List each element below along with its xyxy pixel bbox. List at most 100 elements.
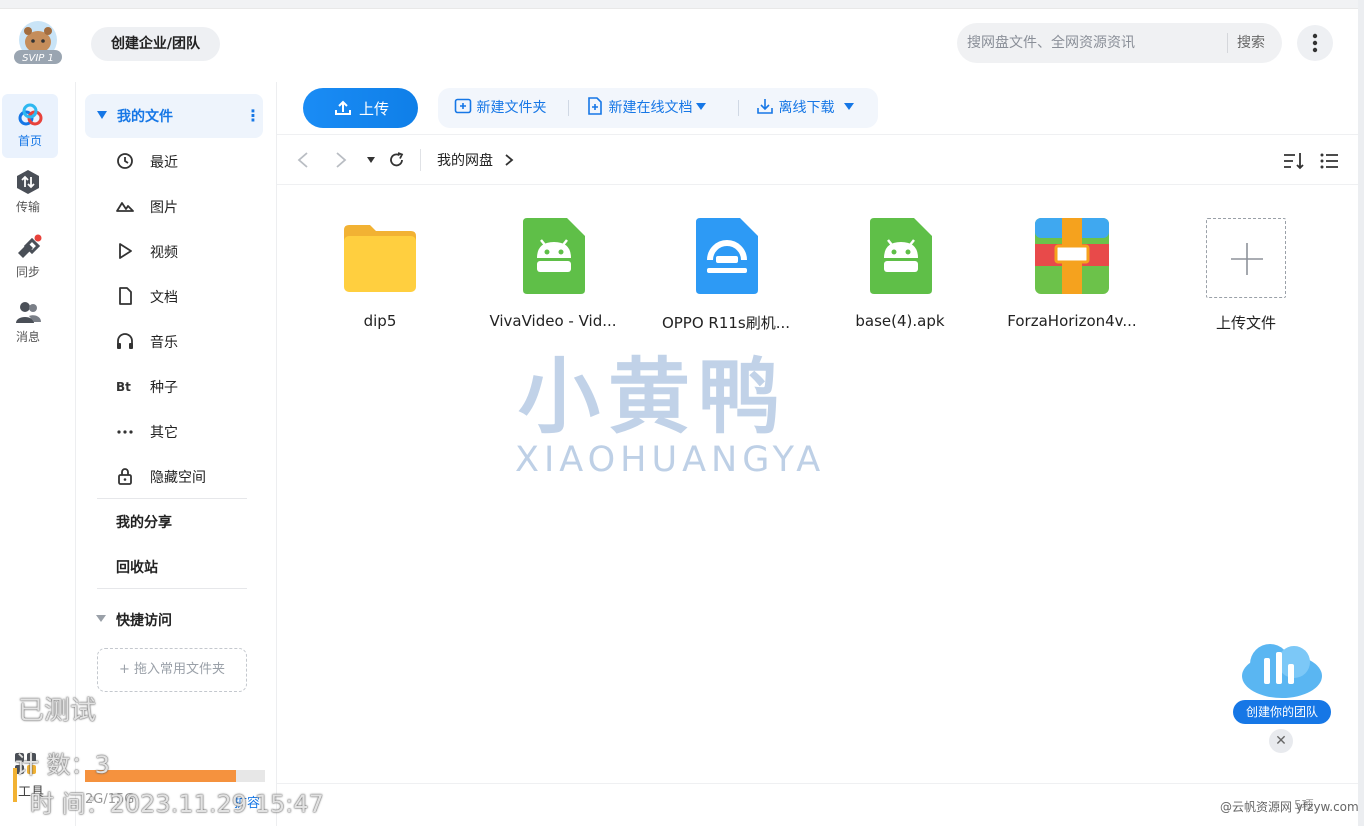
- plus-icon: [1231, 243, 1263, 275]
- offline-download-label: 离线下载: [778, 100, 835, 116]
- new-online-doc-label: 新建在线文档: [608, 100, 693, 116]
- sidebar-item-images[interactable]: 图片: [116, 186, 266, 226]
- upload-button-label: 上传: [359, 100, 390, 118]
- bt-icon: Bt: [116, 380, 131, 394]
- breadcrumb-root[interactable]: 我的网盘: [437, 153, 493, 169]
- sidebar-item-recycle-bin[interactable]: 回收站: [116, 557, 158, 577]
- file-name: dip5: [363, 312, 397, 330]
- toolbar-actions: 新建文件夹 新建在线文档 离线下载: [438, 88, 878, 128]
- sidebar-item-other[interactable]: 其它: [116, 411, 266, 451]
- search-divider: [1227, 33, 1228, 53]
- message-icon: [16, 302, 41, 323]
- sidebar-item-hidden-space[interactable]: 隐藏空间: [116, 456, 266, 496]
- clock-icon: [117, 153, 133, 169]
- footer-divider: [277, 783, 1358, 784]
- quick-access-header[interactable]: 快捷访问: [116, 610, 172, 630]
- collapse-triangle-icon[interactable]: [97, 111, 107, 119]
- rail-label-message: 消息: [15, 330, 40, 344]
- rail-item-sync[interactable]: 同步: [0, 225, 56, 289]
- breadcrumb: 我的网盘: [437, 150, 515, 170]
- test-time-overlay: 时 间：2023.11.29 15:47: [30, 790, 324, 818]
- user-avatar[interactable]: SVIP 1: [12, 20, 64, 66]
- test-status-overlay: 已测试: [18, 696, 97, 726]
- upload-button[interactable]: 上传: [303, 88, 418, 128]
- sidebar-divider: [97, 588, 247, 589]
- rail-label-transfer: 传输: [15, 200, 40, 214]
- create-team-button[interactable]: 创建企业/团队: [91, 27, 220, 61]
- create-team-widget-label: 创建你的团队: [1233, 700, 1331, 724]
- storage-quota-bar: [85, 770, 265, 782]
- test-count-overlay: 计 数：3: [15, 751, 110, 779]
- new-folder-button[interactable]: 新建文件夹: [454, 88, 546, 128]
- file-item-archive[interactable]: ForzaHorizon4v...: [997, 212, 1147, 342]
- sidebar-item-label: 隐藏空间: [150, 470, 206, 486]
- back-arrow-icon[interactable]: [295, 151, 311, 169]
- flash-tool-icon: [696, 218, 758, 294]
- svg-text:Bt: Bt: [116, 380, 131, 394]
- upload-icon: [335, 100, 351, 115]
- sync-icon: [18, 234, 42, 258]
- new-folder-label: 新建文件夹: [476, 100, 547, 116]
- upload-file-tile[interactable]: [1206, 218, 1286, 298]
- nav-divider-line: [277, 184, 1358, 185]
- headphones-icon: [117, 333, 133, 349]
- chevron-down-icon[interactable]: [696, 103, 707, 110]
- sidebar-divider: [97, 498, 247, 499]
- transfer-icon: [17, 170, 39, 194]
- search-input[interactable]: [967, 23, 1222, 63]
- sidebar-item-label: 音乐: [150, 335, 178, 351]
- chevron-down-icon[interactable]: [844, 103, 855, 110]
- sidebar-item-label: 文档: [150, 290, 178, 306]
- sidebar: 我的文件 ⋮ 最近 图片 视频 文档 音乐 Bt 种子 其它 隐藏空间 我的分享…: [75, 82, 277, 826]
- window-right-edge: [1358, 0, 1364, 826]
- rail-item-transfer[interactable]: 传输: [0, 160, 56, 224]
- chevron-right-icon[interactable]: [503, 153, 515, 167]
- more-vertical-icon[interactable]: ⋮: [245, 106, 261, 125]
- sidebar-item-torrent[interactable]: Bt 种子: [116, 366, 266, 406]
- history-dropdown-icon[interactable]: [365, 154, 377, 166]
- my-files-label: 我的文件: [117, 109, 173, 125]
- download-icon: [757, 99, 773, 114]
- toolbar-divider: [738, 100, 739, 116]
- document-icon: [119, 287, 132, 305]
- forward-arrow-icon[interactable]: [333, 151, 349, 169]
- my-files-header[interactable]: 我的文件 ⋮: [85, 94, 263, 138]
- rail-label-home: 首页: [17, 134, 42, 148]
- watermark-chinese: 小黄鸭: [518, 350, 789, 445]
- create-team-widget[interactable]: 创建你的团队: [1232, 632, 1332, 728]
- image-icon: [116, 202, 134, 212]
- new-folder-icon: [454, 98, 472, 114]
- sort-icon[interactable]: [1282, 150, 1306, 172]
- rail-label-sync: 同步: [15, 265, 40, 279]
- toolbar-divider-line: [277, 134, 1358, 135]
- offline-download-button[interactable]: 离线下载: [756, 88, 855, 128]
- team-cloud-icon: [1242, 644, 1322, 698]
- sidebar-item-my-share[interactable]: 我的分享: [116, 512, 172, 532]
- sidebar-item-music[interactable]: 音乐: [116, 321, 266, 361]
- more-menu-button[interactable]: [1297, 25, 1333, 61]
- file-item-apk[interactable]: base(4).apk: [825, 212, 975, 342]
- sidebar-item-recent[interactable]: 最近: [116, 141, 266, 181]
- svg-text:SVIP 1: SVIP 1: [22, 53, 54, 64]
- sidebar-item-documents[interactable]: 文档: [116, 276, 266, 316]
- rail-item-message[interactable]: 消息: [0, 290, 56, 354]
- sidebar-item-label: 种子: [150, 380, 178, 396]
- home-icon: [18, 103, 43, 126]
- file-item-flash-tool[interactable]: OPPO R11s刷机...: [651, 212, 801, 342]
- file-name: ForzaHorizon4v...: [1007, 312, 1137, 330]
- file-item-folder[interactable]: dip5: [305, 212, 455, 342]
- upload-file-label: 上传文件: [1215, 314, 1276, 332]
- file-name: base(4).apk: [855, 312, 945, 330]
- rail-item-home[interactable]: 首页: [2, 94, 58, 158]
- android-apk-icon: [523, 218, 585, 294]
- close-icon[interactable]: ✕: [1269, 729, 1293, 753]
- refresh-icon[interactable]: [387, 150, 407, 170]
- archive-icon: [1035, 218, 1109, 294]
- quick-access-triangle-icon[interactable]: [96, 615, 106, 622]
- search-button[interactable]: 搜索: [1237, 23, 1277, 63]
- drag-folder-dropzone[interactable]: + 拖入常用文件夹: [97, 648, 247, 692]
- sidebar-item-video[interactable]: 视频: [116, 231, 266, 271]
- file-item-apk[interactable]: VivaVideo - Vid...: [478, 212, 628, 342]
- list-view-icon[interactable]: [1318, 150, 1340, 172]
- new-online-doc-button[interactable]: 新建在线文档: [586, 88, 707, 128]
